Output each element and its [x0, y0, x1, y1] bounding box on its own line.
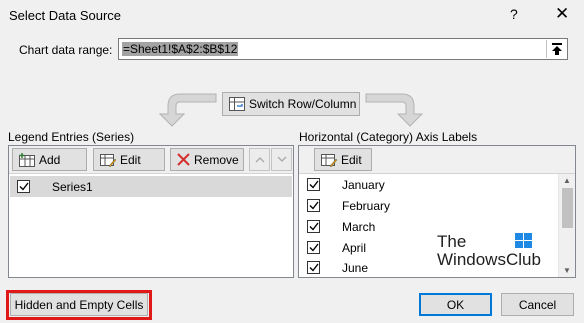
chart-data-range-label: Chart data range:	[19, 43, 113, 57]
checkmark-icon	[309, 222, 319, 231]
windows-logo-icon	[515, 233, 532, 248]
ok-label: OK	[446, 297, 465, 312]
move-up-button[interactable]	[249, 148, 270, 171]
series-name: Series1	[52, 179, 93, 194]
category-checkbox[interactable]	[307, 199, 320, 212]
axis-toolbar: Edit	[299, 146, 575, 174]
category-name: March	[342, 219, 376, 234]
category-checkbox[interactable]	[307, 261, 320, 274]
cancel-label: Cancel	[518, 297, 557, 312]
edit-series-button[interactable]: Edit	[93, 148, 165, 171]
series-list-item[interactable]: Series1	[10, 176, 292, 197]
add-series-button[interactable]: Add	[12, 148, 87, 171]
category-checkbox[interactable]	[307, 178, 320, 191]
axis-edit-label: Edit	[341, 152, 362, 167]
chevron-down-icon	[277, 156, 286, 162]
chart-data-range-input[interactable]: =Sheet1!$A$2:$B$12	[118, 38, 568, 60]
select-data-source-dialog: Select Data Source ? ✕ Chart data range:…	[0, 0, 584, 323]
ok-button[interactable]: OK	[419, 293, 492, 316]
checkmark-icon	[309, 201, 319, 210]
checkmark-icon	[19, 182, 29, 191]
legend-toolbar: Add Edit Remove	[9, 146, 293, 174]
checkmark-icon	[309, 263, 319, 272]
checkmark-icon	[309, 243, 319, 252]
move-down-button[interactable]	[271, 148, 292, 171]
remove-series-button[interactable]: Remove	[170, 148, 244, 171]
chevron-up-icon	[255, 157, 264, 163]
add-table-icon	[19, 152, 35, 167]
category-checkbox[interactable]	[307, 220, 320, 233]
cancel-button[interactable]: Cancel	[501, 293, 574, 316]
edit-axis-labels-button[interactable]: Edit	[314, 148, 372, 171]
axis-labels-label: Horizontal (Category) Axis Labels	[299, 130, 478, 144]
edit-table-icon	[321, 153, 337, 167]
category-name: April	[342, 240, 367, 255]
remove-x-icon	[177, 153, 190, 166]
switch-row-column-icon	[229, 97, 245, 111]
legend-entries-label: Legend Entries (Series)	[8, 130, 135, 144]
category-name: June	[342, 260, 369, 275]
curved-arrow-right-icon	[365, 93, 424, 127]
scroll-down-icon[interactable]: ▼	[563, 266, 571, 275]
checkmark-icon	[309, 180, 319, 189]
remove-label: Remove	[194, 152, 239, 167]
add-label: Add	[39, 152, 61, 167]
category-list-item[interactable]: February	[300, 195, 574, 216]
scrollbar-thumb[interactable]	[562, 188, 573, 228]
switch-row-column-label: Switch Row/Column	[249, 97, 357, 111]
collapse-up-arrow-icon	[551, 42, 562, 55]
collapse-range-button[interactable]	[546, 40, 566, 58]
category-name: February	[342, 198, 391, 213]
category-name: January	[342, 177, 385, 192]
axis-list-scrollbar[interactable]: ▲ ▼	[558, 174, 575, 277]
category-list-item[interactable]: January	[300, 174, 574, 195]
close-button[interactable]: ✕	[555, 4, 569, 24]
chart-data-range-value: =Sheet1!$A$2:$B$12	[122, 42, 239, 56]
highlight-outline	[6, 290, 152, 320]
category-checkbox[interactable]	[307, 241, 320, 254]
series-checkbox[interactable]	[17, 180, 30, 193]
switch-row-column-button[interactable]: Switch Row/Column	[222, 92, 360, 116]
legend-entries-panel: Add Edit Remove Series1	[8, 145, 294, 278]
curved-arrow-left-icon	[158, 93, 217, 127]
edit-label: Edit	[120, 152, 141, 167]
help-button[interactable]: ?	[510, 6, 518, 22]
edit-table-icon	[100, 153, 116, 167]
dialog-title: Select Data Source	[9, 8, 122, 23]
scroll-up-icon[interactable]: ▲	[563, 176, 571, 185]
